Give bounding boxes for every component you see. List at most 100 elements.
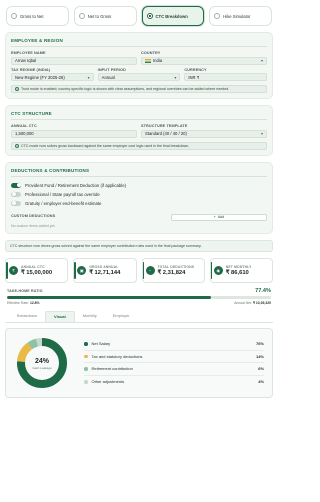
gratuity-toggle[interactable] bbox=[11, 200, 21, 206]
donut-center-value: 24% bbox=[35, 358, 50, 365]
mode-net-to-gross[interactable]: Net to Gross bbox=[73, 6, 137, 26]
tab-employer[interactable]: Employer bbox=[105, 311, 138, 322]
mode-ctc-breakdown[interactable]: CTC Breakdown bbox=[141, 6, 205, 26]
button-label: Add bbox=[217, 215, 225, 219]
annual-ctc-input[interactable]: 1,500,000 bbox=[11, 129, 137, 138]
stat-label: TOTAL DEDUCTIONS bbox=[157, 264, 195, 269]
donut-center-label: Cash Leakage bbox=[32, 366, 52, 370]
stat-value: ₹ 86,610 bbox=[225, 269, 249, 276]
annual-net: Annual Net: ₹ 10,39,320 bbox=[234, 301, 271, 305]
legend-name: Other adjustments bbox=[91, 379, 125, 385]
legend-pct: 76% bbox=[255, 341, 264, 347]
professional-tax-toggle[interactable] bbox=[11, 191, 21, 197]
legend-swatch bbox=[84, 380, 88, 384]
legend-row: Retirement contribution 6% bbox=[84, 363, 264, 376]
country-select[interactable]: India ▾ bbox=[141, 56, 267, 65]
tab-breakdown[interactable]: Breakdown bbox=[9, 311, 45, 322]
legend-swatch bbox=[84, 354, 88, 358]
rupee-icon: ₹ bbox=[9, 265, 18, 275]
legend-pct: 6% bbox=[258, 366, 264, 372]
country-value: India bbox=[153, 58, 163, 63]
divider bbox=[11, 119, 267, 120]
stat-annual-ctc: ₹ ANNUAL CTC ₹ 15,00,000 bbox=[5, 257, 69, 283]
chevron-down-icon: ▾ bbox=[174, 74, 177, 80]
mode-tabs: Gross to Net Net to Gross CTC Breakdown … bbox=[5, 6, 273, 26]
professional-tax-toggle-row[interactable]: Professional / State payroll tax overrid… bbox=[11, 190, 267, 199]
legend-name: Net Salary bbox=[91, 341, 111, 347]
stat-value: ₹ 12,71,144 bbox=[89, 269, 121, 276]
donut-chart: 24% Cash Leakage bbox=[17, 338, 67, 388]
field-value: 1,500,000 bbox=[15, 131, 34, 136]
legend-pct: 4% bbox=[258, 379, 264, 385]
input-period-select[interactable]: Annual ▾ bbox=[97, 73, 181, 81]
mode-label: Net to Gross bbox=[87, 13, 112, 19]
ratio-bar bbox=[7, 295, 271, 299]
mode-label: Hike Simulator bbox=[223, 13, 251, 19]
chevron-down-icon: ▾ bbox=[260, 131, 263, 136]
radio-icon bbox=[214, 13, 221, 19]
currency-select[interactable]: INR ₹ bbox=[184, 73, 268, 81]
summary-stats: ₹ ANNUAL CTC ₹ 15,00,000 ▣ GROSS ANNUAL ₹ 12… bbox=[5, 257, 273, 283]
legend-row: Net Salary 76% bbox=[84, 338, 264, 351]
plus-icon: + bbox=[213, 215, 216, 219]
toggle-label: Professional / State payroll tax overrid… bbox=[25, 191, 100, 197]
stat-value: ₹ 2,31,824 bbox=[157, 269, 186, 276]
chevron-down-icon: ▾ bbox=[260, 58, 263, 63]
toggle-label: Gratuity / employer end-benefit estimate bbox=[25, 200, 102, 206]
mode-label: Gross to Net bbox=[20, 13, 44, 19]
ctc-structure-card: CTC STRUCTURE ANNUAL CTC 1,500,000 STRUC… bbox=[5, 105, 273, 156]
legend-pct: 14% bbox=[255, 353, 264, 359]
field-value: Annual bbox=[101, 74, 115, 80]
effective-rate: Effective Rate: 12.8% bbox=[7, 301, 40, 305]
field-label: CURRENCY bbox=[184, 67, 207, 72]
field-value: Arnav Iqbal bbox=[15, 58, 37, 63]
note-text: Trust mode is enabled; country-specific … bbox=[21, 87, 230, 91]
employee-name-input[interactable]: Arnav Iqbal bbox=[11, 56, 137, 65]
gratuity-toggle-row[interactable]: Gratuity / employer end-benefit estimate bbox=[11, 199, 267, 208]
pf-toggle-row[interactable]: Provident Fund / Retirement Deduction (i… bbox=[11, 181, 267, 190]
stat-label: GROSS ANNUAL bbox=[89, 264, 119, 269]
tax-regime-select[interactable]: New Regime (FY 2025-26) ▾ bbox=[11, 73, 94, 81]
mode-hike-simulator[interactable]: Hike Simulator bbox=[209, 6, 272, 26]
add-deduction-button[interactable]: + Add bbox=[171, 213, 267, 221]
stat-total-deductions: − TOTAL DEDUCTIONS ₹ 2,31,824 bbox=[141, 257, 205, 283]
stat-label: ANNUAL CTC bbox=[21, 264, 45, 269]
india-flag-icon bbox=[145, 58, 151, 63]
legend-name: Retirement contribution bbox=[91, 366, 133, 372]
tab-monthly[interactable]: Monthly bbox=[75, 311, 105, 322]
legend-swatch bbox=[84, 342, 88, 346]
tab-visual[interactable]: Visual bbox=[45, 311, 75, 322]
ctc-mode-note: i CTC mode now solves gross backward agai… bbox=[11, 141, 267, 150]
section-title: DEDUCTIONS & CONTRIBUTIONS bbox=[11, 167, 90, 173]
field-value: New Regime (FY 2025-26) bbox=[15, 74, 65, 80]
coins-icon: ◉ bbox=[213, 265, 223, 275]
donut-legend: Net Salary 76% Tax and statutory deductio… bbox=[84, 338, 264, 388]
legend-row: Other adjustments 4% bbox=[84, 376, 264, 389]
annual-net-label: Annual Net: bbox=[234, 301, 252, 305]
field-label: INPUT PERIOD bbox=[97, 67, 126, 72]
stat-net-monthly: ◉ NET MONTHLY ₹ 86,610 bbox=[209, 257, 273, 283]
radio-icon bbox=[146, 13, 153, 19]
field-label: TAX REGIME (INDIA) bbox=[11, 67, 51, 72]
mode-gross-to-net[interactable]: Gross to Net bbox=[6, 6, 69, 26]
structure-template-select[interactable]: Standard (40 / 40 / 20) ▾ bbox=[141, 129, 267, 138]
custom-deductions-label: CUSTOM DEDUCTIONS bbox=[11, 214, 56, 219]
note-text: CTC mode now solves gross backward again… bbox=[21, 143, 190, 148]
app-page: Gross to Net Net to Gross CTC Breakdown … bbox=[0, 0, 278, 502]
legend-swatch bbox=[84, 367, 88, 371]
stat-value: ₹ 15,00,000 bbox=[21, 269, 53, 276]
take-home-ratio: TAKE-HOME RATIO 77.4% Effective Rate: 12… bbox=[5, 288, 273, 305]
section-title: EMPLOYEE & REGION bbox=[11, 38, 63, 43]
pf-toggle[interactable] bbox=[11, 182, 21, 188]
stat-label: NET MONTHLY bbox=[225, 264, 252, 269]
divider bbox=[11, 46, 267, 47]
toggle-label: Provident Fund / Retirement Deduction (i… bbox=[25, 182, 127, 188]
mode-label: CTC Breakdown bbox=[155, 13, 188, 19]
info-icon: i bbox=[15, 143, 19, 148]
chevron-down-icon: ▾ bbox=[87, 74, 90, 80]
field-label: EMPLOYEE NAME bbox=[11, 51, 46, 55]
field-label: STRUCTURE TEMPLATE bbox=[141, 124, 188, 128]
legend-row: Tax and statutory deductions 14% bbox=[84, 351, 264, 363]
view-tabs: Breakdown Visual Monthly Employer bbox=[5, 311, 273, 323]
field-label: COUNTRY bbox=[141, 51, 161, 55]
